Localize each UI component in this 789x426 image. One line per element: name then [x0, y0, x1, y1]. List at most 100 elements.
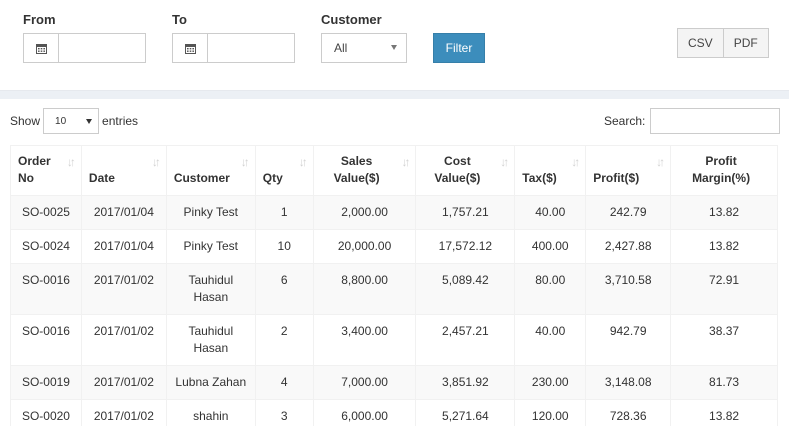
column-header-sales-value[interactable]: Sales Value($) ↓↑ — [312, 145, 417, 196]
column-header-label: Order No — [18, 154, 51, 185]
cell-profit: 2,427.88 — [585, 229, 672, 264]
column-header-qty[interactable]: Qty ↓↑ — [254, 145, 314, 196]
cell-date: 2017/01/02 — [80, 365, 167, 400]
chevron-down-icon — [391, 45, 397, 50]
cell-profit-margin: 38.37 — [670, 314, 778, 366]
cell-order-no: SO-0016 — [10, 263, 82, 315]
cell-profit: 3,148.08 — [585, 365, 672, 400]
cell-order-no: SO-0019 — [10, 365, 82, 400]
cell-profit-margin: 13.82 — [670, 195, 778, 230]
entries-length: Show 10 entries — [10, 108, 138, 134]
cell-cost-value: 5,089.42 — [415, 263, 516, 315]
cell-cost-value: 1,757.21 — [415, 195, 516, 230]
column-header-label: Tax($) — [522, 171, 557, 185]
cell-qty: 4 — [254, 365, 314, 400]
cell-qty: 10 — [254, 229, 314, 264]
cell-date: 2017/01/02 — [80, 314, 167, 366]
to-date-input[interactable] — [207, 33, 295, 63]
customer-label: Customer — [321, 12, 382, 27]
column-header-label: Sales Value($) — [333, 154, 380, 185]
search-input[interactable] — [650, 108, 781, 134]
filter-button[interactable]: Filter — [433, 33, 485, 63]
cell-sales-value: 3,400.00 — [312, 314, 417, 366]
cell-profit-margin: 13.82 — [670, 229, 778, 264]
sales-report-table: Order No ↓↑ Date ↓↑ Customer ↓↑ Qty ↓↑ Sales… — [10, 145, 778, 426]
customer-select[interactable]: All — [321, 33, 407, 63]
cell-date: 2017/01/02 — [80, 263, 167, 315]
table-row: SO-0025 2017/01/04 Pinky Test 1 2,000.00… — [10, 195, 778, 230]
table-row: SO-0019 2017/01/02 Lubna Zahan 4 7,000.0… — [10, 365, 778, 400]
cell-sales-value: 2,000.00 — [312, 195, 417, 230]
cell-date: 2017/01/02 — [80, 399, 167, 426]
table-header-row: Order No ↓↑ Date ↓↑ Customer ↓↑ Qty ↓↑ Sales… — [10, 145, 778, 196]
cell-customer: Lubna Zahan — [165, 365, 256, 400]
table-row: SO-0020 2017/01/02 shahin 3 6,000.00 5,2… — [10, 399, 778, 426]
column-header-cost-value[interactable]: Cost Value($) ↓↑ — [415, 145, 516, 196]
column-header-label: Cost Value($) — [434, 154, 481, 185]
cell-cost-value: 3,851.92 — [415, 365, 516, 400]
chevron-down-icon — [86, 119, 93, 124]
from-label: From — [23, 12, 56, 27]
cell-sales-value: 8,800.00 — [312, 263, 417, 315]
column-header-label: Profit Margin(%) — [692, 154, 751, 185]
column-header-label: Customer — [173, 171, 230, 185]
column-header-profit[interactable]: Profit($) ↓↑ — [585, 145, 672, 196]
cell-profit: 728.36 — [585, 399, 672, 426]
cell-cost-value: 5,271.64 — [415, 399, 516, 426]
sort-icon: ↓↑ — [66, 155, 76, 169]
cell-cost-value: 2,457.21 — [415, 314, 516, 366]
from-date-input[interactable] — [58, 33, 146, 63]
cell-profit-margin: 72.91 — [670, 263, 778, 315]
entries-label: entries — [102, 114, 139, 128]
cell-order-no: SO-0020 — [10, 399, 82, 426]
cell-tax: 80.00 — [514, 263, 587, 315]
sort-icon: ↓↑ — [151, 155, 161, 169]
to-label: To — [172, 12, 187, 27]
csv-button[interactable]: CSV — [677, 28, 724, 58]
column-header-label: Date — [88, 171, 115, 185]
cell-customer: Tauhidul Hasan — [165, 263, 256, 315]
cell-qty: 6 — [254, 263, 314, 315]
cell-profit: 3,710.58 — [585, 263, 672, 315]
entries-select-value: 10 — [55, 115, 67, 127]
cell-order-no: SO-0024 — [10, 229, 82, 264]
calendar-icon[interactable] — [23, 33, 58, 63]
export-button-group: CSV PDF — [677, 28, 769, 58]
cell-date: 2017/01/04 — [80, 229, 167, 264]
cell-tax: 120.00 — [514, 399, 587, 426]
show-label: Show — [10, 114, 41, 128]
sort-icon: ↓↑ — [500, 155, 509, 169]
cell-tax: 400.00 — [514, 229, 587, 264]
cell-tax: 40.00 — [514, 314, 587, 366]
table-row: SO-0024 2017/01/04 Pinky Test 10 20,000.… — [10, 229, 778, 264]
cell-cost-value: 17,572.12 — [415, 229, 516, 264]
column-header-date[interactable]: Date ↓↑ — [80, 145, 167, 196]
sort-icon: ↓↑ — [298, 155, 308, 169]
cell-customer: Pinky Test — [165, 195, 256, 230]
cell-customer: Tauhidul Hasan — [165, 314, 256, 366]
cell-profit-margin: 13.82 — [670, 399, 778, 426]
entries-select[interactable]: 10 — [43, 108, 100, 134]
cell-customer: Pinky Test — [165, 229, 256, 264]
column-header-customer[interactable]: Customer ↓↑ — [165, 145, 256, 196]
sort-icon: ↓↑ — [240, 155, 250, 169]
cell-tax: 230.00 — [514, 365, 587, 400]
column-header-profit-margin[interactable]: Profit Margin(%) — [670, 145, 778, 196]
sort-icon: ↓↑ — [656, 155, 665, 169]
column-header-label: Qty — [262, 171, 283, 185]
cell-qty: 2 — [254, 314, 314, 366]
pdf-button[interactable]: PDF — [723, 28, 769, 58]
sort-icon: ↓↑ — [571, 155, 580, 169]
to-date-group — [172, 33, 295, 63]
calendar-icon[interactable] — [172, 33, 207, 63]
column-header-order-no[interactable]: Order No ↓↑ — [10, 145, 82, 196]
from-date-group — [23, 33, 146, 63]
cell-qty: 1 — [254, 195, 314, 230]
cell-profit: 242.79 — [585, 195, 672, 230]
filter-panel: From To Customer All Filter CSV PDF — [0, 0, 789, 91]
cell-customer: shahin — [165, 399, 256, 426]
cell-order-no: SO-0025 — [10, 195, 82, 230]
cell-order-no: SO-0016 — [10, 314, 82, 366]
column-header-tax[interactable]: Tax($) ↓↑ — [514, 145, 587, 196]
cell-sales-value: 6,000.00 — [312, 399, 417, 426]
